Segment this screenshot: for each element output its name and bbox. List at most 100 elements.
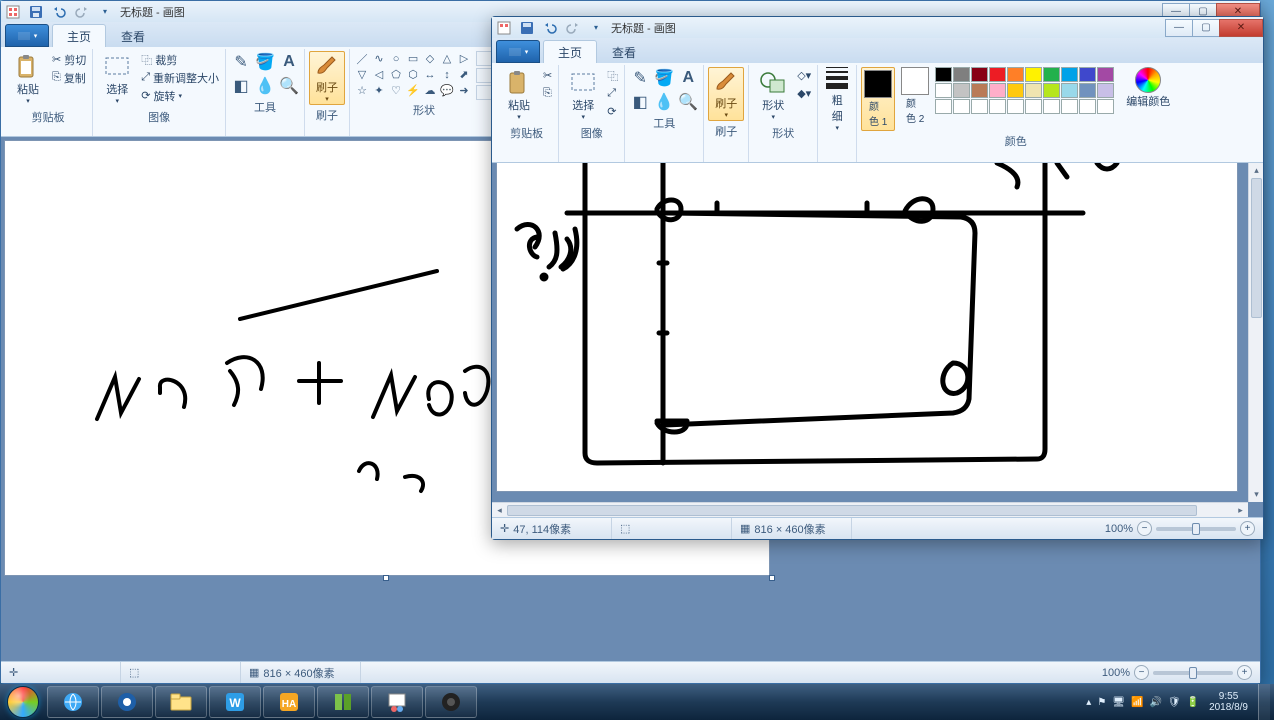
crop-button[interactable]: ⿻裁剪 — [139, 51, 221, 68]
palette-swatch[interactable] — [1043, 83, 1060, 98]
select-button[interactable]: 选择▾ — [97, 51, 137, 107]
brush-button[interactable]: 刷子▾ — [309, 51, 345, 105]
scrollbar-vertical[interactable]: ▴ ▾ — [1248, 163, 1263, 502]
palette-swatch[interactable] — [953, 83, 970, 98]
shapes-button[interactable]: 形状▾ — [753, 67, 793, 123]
tray-shield-icon[interactable]: 🛡 — [1168, 697, 1181, 708]
resize-button[interactable]: ⤢重新调整大小 — [139, 69, 221, 86]
palette-swatch[interactable] — [989, 83, 1006, 98]
color-palette[interactable] — [935, 67, 1114, 114]
palette-swatch[interactable] — [935, 83, 952, 98]
pencil-tool-icon[interactable]: ✎ — [230, 51, 252, 73]
crop-button[interactable]: ⿻ — [605, 67, 620, 84]
undo-icon[interactable] — [539, 19, 561, 37]
undo-icon[interactable] — [48, 3, 70, 21]
scrollbar-horizontal[interactable]: ◂ ▸ — [492, 502, 1248, 517]
cut-button[interactable]: ✂ — [541, 67, 554, 84]
palette-swatch[interactable] — [1061, 67, 1078, 82]
palette-swatch[interactable] — [1097, 67, 1114, 82]
redo-icon[interactable] — [562, 19, 584, 37]
palette-swatch[interactable] — [1025, 99, 1042, 114]
palette-swatch[interactable] — [1007, 67, 1024, 82]
outline-button[interactable]: ◇▾ — [795, 67, 813, 84]
tab-view[interactable]: 查看 — [106, 24, 160, 47]
cut-button[interactable]: ✂剪切 — [50, 51, 88, 68]
fill-tool-icon[interactable]: 🪣 — [254, 51, 276, 73]
zoom-out-button[interactable]: − — [1134, 665, 1149, 680]
paste-button[interactable]: 粘贴▾ — [8, 51, 48, 107]
zoom-out-button[interactable]: − — [1137, 521, 1152, 536]
maximize-button[interactable]: ▢ — [1192, 19, 1220, 37]
edit-colors-button[interactable]: 编辑颜色 — [1126, 67, 1170, 109]
palette-swatch[interactable] — [971, 67, 988, 82]
rotate-button[interactable]: ⟳ — [605, 103, 620, 120]
magnifier-tool-icon[interactable]: 🔍 — [677, 91, 699, 113]
zoom-slider[interactable] — [1153, 671, 1233, 675]
taskbar-app3[interactable] — [425, 686, 477, 718]
fill-tool-icon[interactable]: 🪣 — [653, 67, 675, 89]
palette-swatch[interactable] — [971, 83, 988, 98]
taskbar-ie[interactable] — [47, 686, 99, 718]
tab-view[interactable]: 查看 — [597, 40, 651, 63]
taskbar-wps[interactable]: W — [209, 686, 261, 718]
canvas-front[interactable] — [497, 163, 1237, 491]
tab-home[interactable]: 主页 — [52, 24, 106, 47]
taskbar-app1[interactable] — [101, 686, 153, 718]
rotate-button[interactable]: ⟳旋转▾ — [139, 87, 221, 104]
app-menu-button[interactable]: ▾ — [5, 24, 49, 47]
size-button[interactable]: 粗 细▾ — [822, 67, 852, 132]
copy-button[interactable]: ⎘复制 — [50, 69, 88, 86]
resize-button[interactable]: ⤢ — [605, 85, 620, 102]
paste-button[interactable]: 粘贴▾ — [499, 67, 539, 123]
palette-swatch[interactable] — [1043, 99, 1060, 114]
tray-network-icon[interactable]: 📶 — [1131, 697, 1143, 708]
palette-swatch[interactable] — [1007, 99, 1024, 114]
palette-swatch[interactable] — [1097, 83, 1114, 98]
pencil-tool-icon[interactable]: ✎ — [629, 67, 651, 89]
palette-swatch[interactable] — [989, 99, 1006, 114]
palette-swatch[interactable] — [1007, 83, 1024, 98]
fill-button[interactable]: ◆▾ — [795, 85, 813, 102]
eraser-tool-icon[interactable]: ◧ — [230, 75, 252, 97]
palette-swatch[interactable] — [953, 99, 970, 114]
save-icon[interactable] — [516, 19, 538, 37]
start-button[interactable] — [0, 684, 46, 720]
taskbar-ha[interactable]: HA — [263, 686, 315, 718]
palette-swatch[interactable] — [1061, 99, 1078, 114]
eraser-tool-icon[interactable]: ◧ — [629, 91, 651, 113]
resize-handle[interactable] — [769, 575, 775, 581]
tray-volume-icon[interactable]: 🔊 — [1149, 697, 1161, 708]
magnifier-tool-icon[interactable]: 🔍 — [278, 75, 300, 97]
palette-swatch[interactable] — [1025, 67, 1042, 82]
palette-swatch[interactable] — [1025, 83, 1042, 98]
save-icon[interactable] — [25, 3, 47, 21]
palette-swatch[interactable] — [935, 99, 952, 114]
color2-button[interactable]: 颜 色 2 — [901, 67, 929, 125]
palette-swatch[interactable] — [1043, 67, 1060, 82]
app-menu-button[interactable]: ▾ — [496, 40, 540, 63]
text-tool-icon[interactable]: A — [278, 51, 300, 73]
minimize-button[interactable]: — — [1165, 19, 1193, 37]
tab-home[interactable]: 主页 — [543, 40, 597, 63]
picker-tool-icon[interactable]: 💧 — [653, 91, 675, 113]
palette-swatch[interactable] — [1061, 83, 1078, 98]
palette-swatch[interactable] — [989, 67, 1006, 82]
close-button[interactable]: ✕ — [1219, 19, 1263, 37]
redo-icon[interactable] — [71, 3, 93, 21]
copy-button[interactable]: ⎘ — [541, 85, 554, 102]
shapes-gallery[interactable]: ／∿○▭◇△▷ ▽◁⬠⬡↔↕⬈ ☆✦♡⚡☁💬➜ — [354, 51, 472, 98]
palette-swatch[interactable] — [1079, 67, 1096, 82]
palette-swatch[interactable] — [1079, 99, 1096, 114]
palette-swatch[interactable] — [935, 67, 952, 82]
tray-battery-icon[interactable]: 🔋 — [1187, 697, 1199, 708]
taskbar-app2[interactable] — [317, 686, 369, 718]
taskbar-explorer[interactable] — [155, 686, 207, 718]
tray-clock[interactable]: 9:55 2018/8/9 — [1209, 691, 1248, 713]
text-tool-icon[interactable]: A — [677, 67, 699, 89]
resize-handle[interactable] — [383, 575, 389, 581]
color1-button[interactable]: 颜 色 1 — [861, 67, 895, 131]
picker-tool-icon[interactable]: 💧 — [254, 75, 276, 97]
tray-monitor-icon[interactable]: 🖥 — [1112, 697, 1125, 708]
zoom-slider[interactable] — [1156, 527, 1236, 531]
select-button[interactable]: 选择▾ — [563, 67, 603, 123]
